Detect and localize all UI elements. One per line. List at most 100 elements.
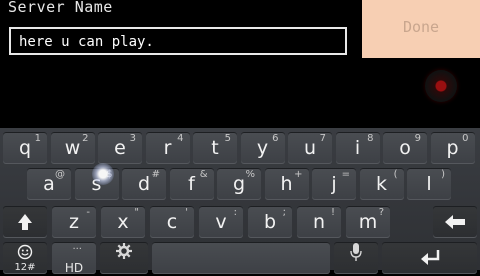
key-x[interactable]: " x [101,206,145,238]
key-h[interactable]: + h [264,168,309,200]
key-hint: 7 [319,133,326,144]
dialog-area: Server Name here u can play. Done [0,0,480,128]
enter-key[interactable] [382,242,477,274]
settings-key[interactable] [100,242,148,274]
period-label: HD [64,261,84,275]
key-hint: 8 [367,133,374,144]
key-label: z [69,211,79,233]
key-label: q [18,137,32,159]
key-label: w [64,137,81,159]
voice-input-key[interactable] [334,242,378,274]
key-hint: - [86,207,90,218]
key-hint: 4 [177,133,184,144]
key-hint: 2 [82,133,89,144]
key-g[interactable]: % g [217,168,261,200]
key-j[interactable]: = j [312,168,356,200]
numbers-label: 12# [14,262,36,273]
space-key[interactable] [152,242,330,274]
smiley-icon [17,244,33,260]
keyboard-row-3: - z " x ' c: v; b! n? m [0,204,480,240]
key-label: e [114,137,126,159]
key-l[interactable]: ) l [407,168,451,200]
key-label: n [312,211,326,233]
key-z[interactable]: -z [52,206,96,238]
key-v[interactable]: :v [199,206,243,238]
key-label: m [358,211,378,233]
key-label: j [331,173,337,195]
key-hint: 1 [34,133,41,144]
key-hint: ( [393,169,398,180]
key-label: g [232,173,246,195]
key-hint: & [199,169,208,180]
key-w[interactable]: 2w [50,132,95,164]
record-button[interactable] [425,70,457,102]
key-hint: 3 [129,133,136,144]
key-label: t [211,137,219,159]
key-hint: @ [55,169,65,180]
keyboard-row-2: @a$s#d&f%g+h=j(k)l [0,166,480,202]
key-label: v [215,211,227,233]
key-c[interactable]: ' c [150,206,194,238]
period-key[interactable]: ... HD [52,241,96,275]
onscreen-keyboard: 1q2w3e4r5t6y7u8i9o0p @a$s#d&f%g+h=j(k)l … [0,128,480,274]
server-name-input[interactable]: here u can play. [9,27,347,55]
key-label: a [43,173,55,195]
key-label: h [280,173,293,195]
key-o[interactable]: 9o [383,132,427,164]
key-f[interactable]: & f [169,168,214,200]
key-label: l [426,173,432,195]
key-hint: % [245,169,255,180]
key-d[interactable]: # d [122,168,166,200]
done-button[interactable]: Done [362,0,480,58]
key-hint: 6 [272,133,279,144]
key-hint: ; [282,207,286,218]
key-hint: + [294,169,303,180]
key-hint: 0 [462,133,469,144]
key-r[interactable]: 4r [145,132,190,164]
emoji-numbers-key[interactable]: 12# [3,242,47,274]
key-label: p [446,137,459,159]
key-t[interactable]: 5t [193,132,237,164]
key-hint: ) [441,169,445,180]
keyboard-row-1: 1q2w3e4r5t6y7u8i9o0p [0,130,480,166]
key-e[interactable]: 3e [98,132,142,164]
shift-key[interactable] [3,206,47,238]
backspace-key[interactable] [433,206,477,238]
key-label: o [399,137,411,159]
backspace-icon [445,215,465,229]
key-n[interactable]: ! n [297,206,341,238]
key-label: y [256,137,269,159]
key-hint: = [341,169,350,180]
key-q[interactable]: 1q [3,132,47,164]
key-a[interactable]: @ a [27,168,71,200]
key-hint: # [151,169,160,180]
microphone-icon [350,243,362,261]
enter-icon [420,250,439,265]
key-b[interactable]: ; b [248,206,292,238]
key-label: u [303,137,317,159]
key-hint: : [233,207,237,218]
period-hint: ... [72,241,82,252]
touch-indicator [92,163,114,185]
key-label: i [354,137,361,159]
key-i[interactable]: 8i [335,132,380,164]
server-name-label: Server Name [8,0,113,16]
key-label: k [375,173,387,195]
key-hint: 9 [414,133,421,144]
key-hint: 5 [224,133,231,144]
gear-icon [116,243,132,259]
key-hint: " [134,207,139,218]
key-label: r [163,137,172,159]
key-label: f [188,173,195,195]
shift-arrow-icon [18,214,32,230]
key-y[interactable]: 6y [240,132,285,164]
key-hint: ' [185,207,188,218]
key-k[interactable]: (k [359,168,404,200]
key-hint: ? [378,207,384,218]
key-m[interactable]: ? m [346,206,390,238]
key-hint: ! [330,207,335,218]
key-label: c [166,211,178,233]
keyboard-row-4: 12# ... HD [0,240,480,276]
key-p[interactable]: 0p [430,132,475,164]
key-u[interactable]: 7u [288,132,332,164]
